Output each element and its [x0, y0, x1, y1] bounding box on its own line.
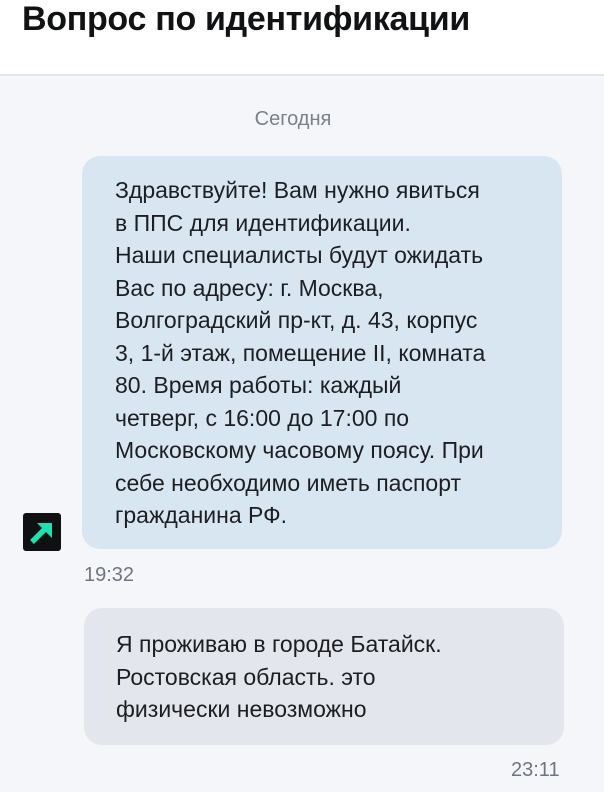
message-line: 80. Время работы: каждый [115, 372, 402, 398]
message-line: себе необходимо иметь паспорт [115, 469, 462, 496]
incoming-message-bubble: Здравствуйте! Вам нужно явиться в ППС дл… [82, 156, 562, 549]
message-line: физически невозможно [116, 696, 367, 722]
outgoing-message-bubble: Я проживаю в городе Батайск. Ростовская … [84, 608, 564, 745]
message-line: Ростовская область. это [116, 663, 376, 690]
message-line: Здравствуйте! Вам нужно явиться [115, 177, 480, 203]
message-line: Вас по адресу: г. Москва, [115, 274, 384, 301]
message-timestamp: 23:11 [511, 759, 560, 781]
message-line: Московскому часовому поясу. При [115, 437, 484, 463]
message-line: четверг, с 16:00 до 17:00 по [115, 404, 410, 431]
chat-header: Вопрос по идентификации [0, 0, 604, 76]
message-line: гражданина РФ. [115, 502, 287, 528]
arrow-up-right-icon [30, 523, 52, 544]
message-line: Я проживаю в городе Батайск. [116, 631, 442, 657]
message-timestamp: 19:32 [84, 564, 135, 586]
message-line: Наши специалисты будут ожидать [115, 242, 484, 268]
date-separator: Сегодня [254, 108, 332, 130]
message-line: в ППС для идентификации. [115, 209, 411, 236]
page-title: Вопрос по идентификации [22, 0, 470, 38]
sender-avatar[interactable] [23, 513, 61, 551]
message-line: 3, 1-й этаж, помещение II, комната [115, 339, 486, 366]
message-line: Волгоградский пр-кт, д. 43, корпус [115, 307, 478, 333]
